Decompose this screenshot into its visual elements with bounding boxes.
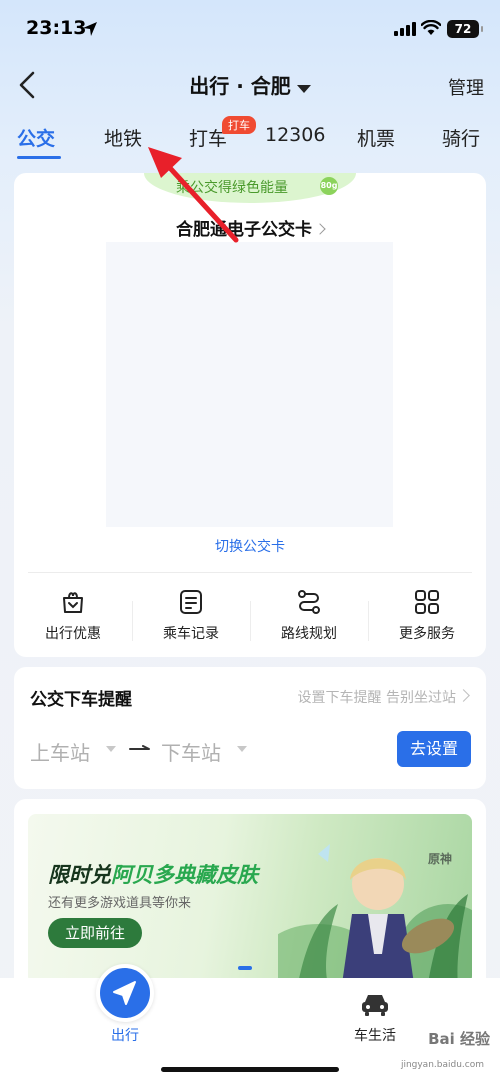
tab-cycling[interactable]: 骑行 <box>442 124 480 151</box>
location-arrow-icon <box>83 22 97 36</box>
carousel-indicator <box>238 966 252 970</box>
go-now-button[interactable]: 立即前往 <box>48 918 142 948</box>
taxi-badge: 打车 <box>222 116 256 134</box>
chevron-right-icon <box>314 223 326 235</box>
service-more[interactable]: 更多服务 <box>368 589 486 643</box>
banner-headline: 限时兑阿贝多典藏皮肤 <box>48 863 258 887</box>
caret-down-icon <box>237 746 247 752</box>
tab-travel[interactable] <box>96 964 154 1022</box>
gift-bag-icon <box>63 592 83 613</box>
energy-badge: 80g <box>320 177 338 195</box>
promo-banner[interactable]: 限时兑阿贝多典藏皮肤 还有更多游戏道具等你来 立即前往 原神 <box>28 814 472 984</box>
energy-text: 乘公交得绿色能量 <box>176 180 288 196</box>
cellular-signal-icon <box>394 22 416 36</box>
reminder-title: 公交下车提醒 <box>30 690 132 710</box>
watermark-logo: Bai 经验 <box>428 1030 490 1048</box>
watermark-url: jingyan.baidu.com <box>400 1060 484 1070</box>
battery-indicator: 72 <box>447 20 483 38</box>
caret-down-icon <box>106 746 116 752</box>
caret-down-icon <box>296 84 311 93</box>
divider <box>28 572 472 573</box>
tab-bus[interactable]: 公交 <box>17 124 55 151</box>
boarding-station-select[interactable]: 上车站 <box>30 737 90 766</box>
service-ride-records[interactable]: 乘车记录 <box>132 589 250 643</box>
arrow-right-icon <box>129 745 150 750</box>
status-bar: 23:13 72 <box>0 0 500 58</box>
game-logo: 原神 <box>427 852 452 866</box>
tab-flight[interactable]: 机票 <box>357 124 395 151</box>
car-icon[interactable] <box>360 992 390 1018</box>
record-icon <box>180 590 202 614</box>
set-reminder-button[interactable]: 去设置 <box>397 731 471 767</box>
service-travel-deals[interactable]: 出行优惠 <box>14 589 132 643</box>
bus-card-title[interactable]: 合肥通电子公交卡 <box>14 215 486 240</box>
switch-card-link[interactable]: 切换公交卡 <box>14 536 486 556</box>
banner-subtitle: 还有更多游戏道具等你来 <box>48 896 192 911</box>
chevron-right-icon <box>457 689 470 702</box>
service-route-planning[interactable]: 路线规划 <box>250 589 368 643</box>
status-time: 23:13 <box>26 17 87 39</box>
reminder-hint-link[interactable]: 设置下车提醒 告别坐过站 <box>298 687 456 707</box>
route-icon <box>298 590 320 614</box>
home-indicator <box>161 1067 339 1072</box>
alight-reminder-card: 公交下车提醒 设置下车提醒 告别坐过站 上车站 下车站 去设置 <box>14 667 486 789</box>
tab-car-life-label[interactable]: 车生活 <box>345 1025 405 1045</box>
page-title: 出行 · 合肥 <box>189 74 291 98</box>
alighting-station-select[interactable]: 下车站 <box>161 737 221 766</box>
tab-12306[interactable]: 12306 <box>265 124 325 146</box>
active-tab-indicator <box>17 156 61 159</box>
wifi-icon <box>421 20 441 35</box>
city-selector[interactable]: 出行 · 合肥 <box>0 70 500 99</box>
grid-icon <box>415 590 439 614</box>
tab-travel-label: 出行 <box>111 1028 139 1044</box>
bus-card-panel: 乘公交得绿色能量 80g 合肥通电子公交卡 切换公交卡 出行优惠 乘车记录 路线… <box>14 173 486 657</box>
banner-artwork <box>278 844 472 984</box>
manage-button[interactable]: 管理 <box>448 74 484 100</box>
tab-subway[interactable]: 地铁 <box>104 124 142 151</box>
qr-code-area <box>106 242 393 527</box>
paper-plane-icon <box>113 981 136 1005</box>
